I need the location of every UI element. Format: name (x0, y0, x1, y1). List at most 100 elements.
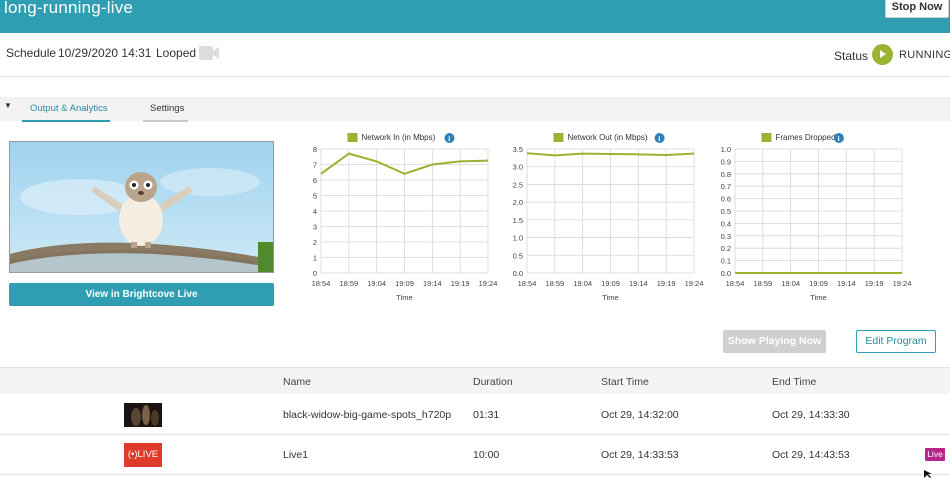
y-tick-label: 4 (313, 207, 317, 216)
x-tick-label: 18:54 (312, 279, 331, 288)
show-playing-now-button[interactable]: Show Playing Now (723, 330, 826, 353)
x-tick-label: 19:04 (367, 279, 386, 288)
info-icon-glyph: i (838, 135, 840, 143)
y-tick-label: 0.0 (721, 269, 731, 278)
chart-legend-label: Frames Dropped (776, 133, 836, 142)
column-header-start-time[interactable]: Start Time (601, 376, 649, 388)
y-tick-label: 2.0 (513, 198, 523, 207)
mouse-cursor-icon (924, 470, 932, 478)
divider (0, 76, 950, 77)
row-duration: 01:31 (473, 409, 500, 421)
collapse-caret-icon[interactable]: ▼ (4, 101, 12, 110)
chart-network-out: Network Out (in Mbps) i 0.0 0.5 1.0 1.5 2.0 2.5… (512, 130, 722, 305)
tab-indicator (143, 120, 188, 122)
broadcast-icon: (•) (127, 449, 138, 460)
y-tick-label: 2 (313, 238, 317, 247)
schedule-mode: Looped (156, 46, 197, 60)
x-tick-label: 19:19 (657, 279, 676, 288)
x-tick-label: 19:14 (423, 279, 442, 288)
x-tick-label: 19:04 (573, 279, 592, 288)
edit-program-button[interactable]: Edit Program (856, 330, 936, 353)
y-tick-label: 0.3 (721, 232, 731, 241)
schedule-datetime: 10/29/2020 14:31 (58, 46, 152, 60)
legend-swatch (553, 133, 564, 142)
live-badge: Live (925, 448, 945, 461)
video-frame-image (10, 142, 273, 272)
y-tick-label: 0.9 (721, 157, 731, 166)
y-tick-label: 0.0 (513, 269, 523, 278)
chart-frames-dropped: Frames Dropped i 0.0 0.1 0.2 0.3 0.4 0.5 0.6 0.7 0… (720, 130, 930, 305)
play-icon (872, 44, 893, 65)
chart-legend-label: Network Out (in Mbps) (568, 133, 648, 142)
active-tab-indicator (22, 120, 110, 122)
x-tick-label: 19:14 (629, 279, 648, 288)
y-tick-label: 1.0 (513, 234, 523, 243)
y-tick-label: 0.2 (721, 244, 731, 253)
tab-settings[interactable]: Settings (150, 103, 184, 114)
x-tick-label: 19:24 (893, 279, 912, 288)
info-icon-glyph: i (448, 135, 450, 143)
stop-now-button[interactable]: Stop Now (885, 0, 949, 18)
column-header-end-time[interactable]: End Time (772, 376, 816, 388)
status-label: Status (834, 49, 869, 63)
page-title: long-running-live (4, 0, 134, 17)
status-value: RUNNING (899, 49, 950, 61)
x-tick-label: 18:59 (339, 279, 358, 288)
live-thumbnail: (•)LIVE (124, 443, 162, 467)
frames-dropped-chart-svg: Frames Dropped i 0.0 0.1 0.2 0.3 0.4 0.5 0.6 0.7 0… (721, 133, 912, 302)
y-tick-label: 0.6 (721, 195, 731, 204)
x-tick-label: 18:54 (518, 279, 537, 288)
schedule-label: Schedule (6, 46, 57, 60)
live-thumb-label: LIVE (137, 449, 159, 460)
y-tick-label: 0.5 (721, 207, 731, 216)
row-end-time: Oct 29, 14:33:30 (772, 409, 850, 421)
video-preview[interactable] (9, 141, 274, 273)
row-start-time: Oct 29, 14:32:00 (601, 409, 679, 421)
y-tick-label: 3.5 (513, 145, 523, 154)
x-tick-label: 18:59 (753, 279, 772, 288)
column-header-duration[interactable]: Duration (473, 376, 513, 388)
y-tick-label: 0.1 (721, 257, 731, 266)
x-axis-label: Time (810, 293, 826, 302)
y-tick-label: 1.0 (721, 145, 731, 154)
top-bar: long-running-live Stop Now (0, 0, 950, 33)
network-in-chart-svg: Network In (in Mbps) i 0 1 2 3 4 5 6 7 8 18:54 18:59… (312, 133, 498, 302)
y-tick-label: 0.7 (721, 182, 731, 191)
chart-network-in: Network In (in Mbps) i 0 1 2 3 4 5 6 7 8 18:54 18:59… (306, 130, 516, 305)
x-tick-label: 19:24 (479, 279, 498, 288)
x-tick-label: 19:19 (451, 279, 470, 288)
view-in-brightcove-live-button[interactable]: View in Brightcove Live (9, 283, 274, 306)
row-duration: 10:00 (473, 449, 500, 461)
video-thumbnail (124, 403, 162, 427)
x-axis-label: Time (602, 293, 618, 302)
tab-output-analytics[interactable]: Output & Analytics (30, 103, 108, 114)
y-tick-label: 0.4 (721, 219, 731, 228)
x-tick-label: 18:59 (545, 279, 564, 288)
tab-bar: ▼ Output & Analytics Settings (0, 97, 950, 121)
x-tick-label: 19:09 (395, 279, 414, 288)
x-tick-label: 18:54 (726, 279, 745, 288)
table-header: Name Duration Start Time End Time (0, 367, 950, 394)
table-row[interactable]: (•)LIVE Live1 10:00 Oct 29, 14:33:53 Oct… (0, 435, 950, 475)
y-tick-label: 1 (313, 254, 317, 263)
y-tick-label: 7 (313, 161, 317, 170)
x-tick-label: 19:24 (685, 279, 704, 288)
table-row[interactable]: black-widow-big-game-spots_h720p 01:31 O… (0, 395, 950, 435)
chart-legend-label: Network In (in Mbps) (362, 133, 436, 142)
x-axis-label: Time (396, 293, 412, 302)
y-tick-label: 0 (313, 269, 317, 278)
y-tick-label: 6 (313, 176, 317, 185)
y-tick-label: 0.8 (721, 170, 731, 179)
column-header-name[interactable]: Name (283, 376, 311, 388)
x-tick-label: 19:19 (865, 279, 884, 288)
y-tick-label: 3.0 (513, 163, 523, 172)
info-icon-glyph: i (658, 135, 660, 143)
row-end-time: Oct 29, 14:43:53 (772, 449, 850, 461)
row-start-time: Oct 29, 14:33:53 (601, 449, 679, 461)
x-tick-label: 19:14 (837, 279, 856, 288)
row-name: black-widow-big-game-spots_h720p (283, 409, 452, 421)
y-tick-label: 5 (313, 192, 317, 201)
row-name: Live1 (283, 449, 309, 461)
x-tick-label: 19:09 (601, 279, 620, 288)
y-tick-label: 2.5 (513, 180, 523, 189)
